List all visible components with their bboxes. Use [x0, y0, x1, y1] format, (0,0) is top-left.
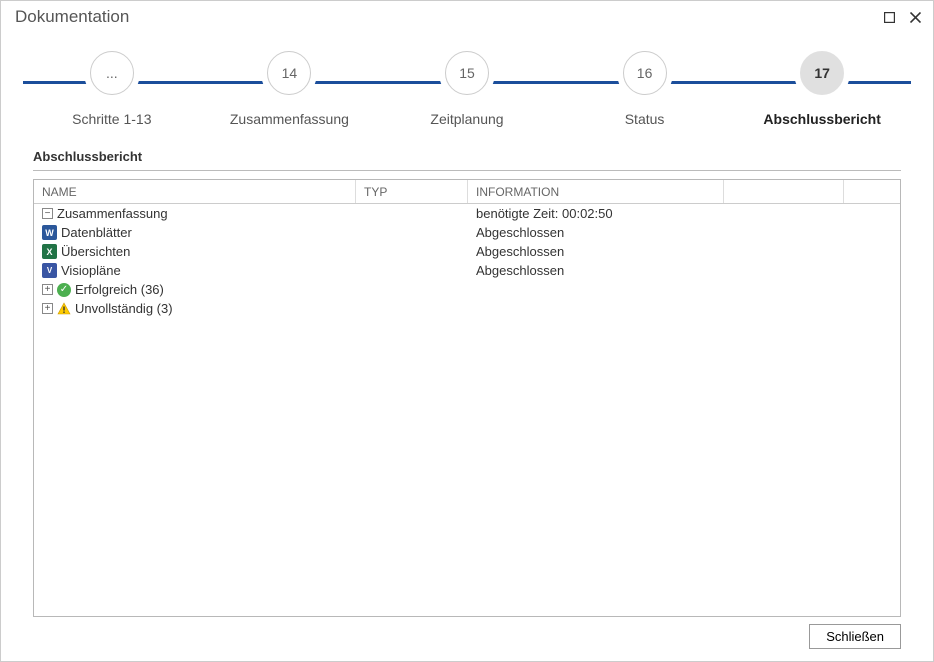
table-row[interactable]: + Unvollständig (3)	[34, 299, 900, 318]
row-name-text: Unvollständig (3)	[75, 301, 173, 316]
grid-body: −Zusammenfassung benötigte Zeit: 00:02:50…	[34, 204, 900, 318]
cell-name: −Zusammenfassung	[34, 206, 356, 221]
wizard-step-circle: 15	[445, 51, 489, 95]
wizard-step-circle: 16	[623, 51, 667, 95]
col-header-extra2[interactable]	[844, 180, 900, 203]
close-icon[interactable]	[907, 9, 923, 25]
table-row[interactable]: −Zusammenfassung benötigte Zeit: 00:02:50	[34, 204, 900, 223]
col-header-name[interactable]: NAME	[34, 180, 356, 203]
cell-name: X Übersichten	[34, 244, 356, 259]
cell-info: Abgeschlossen	[468, 263, 724, 278]
success-icon: ✓	[57, 283, 71, 297]
cell-info: benötigte Zeit: 00:02:50	[468, 206, 724, 221]
expand-icon[interactable]: +	[42, 284, 53, 295]
wizard-step-label: Zeitplanung	[430, 111, 503, 127]
table-row[interactable]: X Übersichten Abgeschlossen	[34, 242, 900, 261]
table-row[interactable]: W Datenblätter Abgeschlossen	[34, 223, 900, 242]
wizard-step-circle: ...	[90, 51, 134, 95]
report-grid: NAME TYP INFORMATION −Zusammenfassung ben…	[33, 179, 901, 617]
wizard-stepper: ... Schritte 1-13 14 Zusammenfassung 15 Zeitp…	[1, 33, 933, 135]
wizard-step-0[interactable]: ... Schritte 1-13	[32, 51, 192, 127]
wizard-step-label: Abschlussbericht	[763, 111, 880, 127]
section: Abschlussbericht NAME TYP INFORMATION −Z…	[1, 135, 933, 617]
cell-name: + ✓ Erfolgreich (36)	[34, 282, 356, 297]
close-button[interactable]: Schließen	[809, 624, 901, 649]
wizard-step-circle: 14	[267, 51, 311, 95]
col-header-typ[interactable]: TYP	[356, 180, 468, 203]
cell-name: + Unvollständig (3)	[34, 301, 356, 316]
footer: Schließen	[809, 624, 901, 649]
cell-info: Abgeschlossen	[468, 225, 724, 240]
window-controls	[881, 9, 923, 25]
row-name-text: Visiopläne	[61, 263, 121, 278]
cell-name: W Datenblätter	[34, 225, 356, 240]
window-title: Dokumentation	[15, 7, 129, 27]
wizard-step-label: Zusammenfassung	[230, 111, 349, 127]
wizard-step-circle: 17	[800, 51, 844, 95]
wizard-step-label: Schritte 1-13	[72, 111, 151, 127]
cell-info: Abgeschlossen	[468, 244, 724, 259]
table-row[interactable]: + ✓ Erfolgreich (36)	[34, 280, 900, 299]
word-icon: W	[42, 225, 57, 240]
titlebar: Dokumentation	[1, 1, 933, 33]
wizard-step-4[interactable]: 17 Abschlussbericht	[742, 51, 902, 127]
row-name-text: Übersichten	[61, 244, 130, 259]
excel-icon: X	[42, 244, 57, 259]
visio-icon: V	[42, 263, 57, 278]
wizard-step-3[interactable]: 16 Status	[565, 51, 725, 127]
table-row[interactable]: V Visiopläne Abgeschlossen	[34, 261, 900, 280]
section-title: Abschlussbericht	[33, 149, 901, 171]
expand-icon[interactable]: +	[42, 303, 53, 314]
col-header-info[interactable]: INFORMATION	[468, 180, 724, 203]
warning-icon	[57, 302, 71, 316]
row-name-text: Erfolgreich (36)	[75, 282, 164, 297]
grid-header: NAME TYP INFORMATION	[34, 180, 900, 204]
row-name-text: Zusammenfassung	[57, 206, 168, 221]
cell-name: V Visiopläne	[34, 263, 356, 278]
collapse-icon[interactable]: −	[42, 208, 53, 219]
wizard-step-2[interactable]: 15 Zeitplanung	[387, 51, 547, 127]
wizard-step-label: Status	[625, 111, 665, 127]
col-header-extra1[interactable]	[724, 180, 844, 203]
row-name-text: Datenblätter	[61, 225, 132, 240]
wizard-step-1[interactable]: 14 Zusammenfassung	[209, 51, 369, 127]
maximize-icon[interactable]	[881, 9, 897, 25]
